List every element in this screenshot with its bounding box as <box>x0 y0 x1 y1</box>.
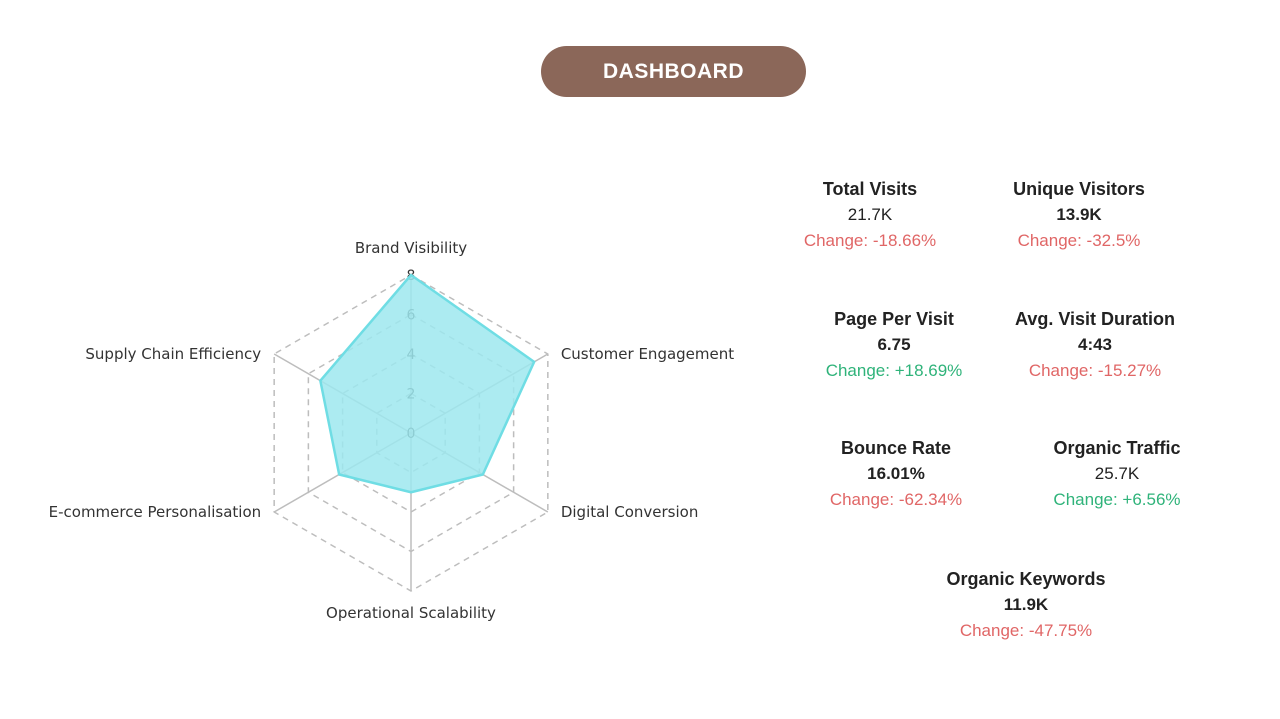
metric-value: 13.9K <box>1056 205 1102 224</box>
radar-axis-label: Operational Scalability <box>326 604 496 622</box>
metric-organic-keywords: Organic Keywords 11.9K Change: -47.75% <box>926 566 1126 644</box>
metric-value: 6.75 <box>877 335 911 354</box>
metric-change: Change: -47.75% <box>959 621 1093 640</box>
metric-change: Change: +18.69% <box>825 361 963 380</box>
metric-change: Change: -15.27% <box>1028 361 1162 380</box>
metric-bounce-rate: Bounce Rate 16.01% Change: -62.34% <box>796 435 996 513</box>
metric-value: 4:43 <box>1077 335 1113 354</box>
metric-avg-visit-duration: Avg. Visit Duration 4:43 Change: -15.27% <box>995 306 1195 384</box>
metric-change: Change: -62.34% <box>829 490 963 509</box>
metric-title: Page Per Visit <box>834 309 954 329</box>
metric-title: Unique Visitors <box>1013 179 1145 199</box>
metric-title: Total Visits <box>822 179 918 199</box>
metric-change: Change: +6.56% <box>1053 490 1181 509</box>
metric-organic-traffic: Organic Traffic 25.7K Change: +6.56% <box>1017 435 1217 513</box>
metric-value: 25.7K <box>1094 464 1140 483</box>
metric-page-per-visit: Page Per Visit 6.75 Change: +18.69% <box>794 306 994 384</box>
metric-title: Organic Keywords <box>946 569 1106 589</box>
radar-axis-label: E-commerce Personalisation <box>49 503 262 521</box>
radar-chart: 02468 Brand VisibilityCustomer Engagemen… <box>49 239 735 622</box>
metric-value: 11.9K <box>1003 595 1049 614</box>
radar-series <box>319 273 536 494</box>
radar-series-area <box>319 273 536 494</box>
metric-change: Change: -32.5% <box>1017 231 1141 250</box>
radar-axis-label: Brand Visibility <box>355 239 467 257</box>
metric-change: Change: -18.66% <box>803 231 937 250</box>
radar-axis-label: Digital Conversion <box>561 503 699 521</box>
radar-axis-label: Customer Engagement <box>561 345 734 363</box>
metric-unique-visitors: Unique Visitors 13.9K Change: -32.5% <box>979 176 1179 254</box>
metric-title: Avg. Visit Duration <box>1014 309 1176 329</box>
radar-axis-label: Supply Chain Efficiency <box>85 345 261 363</box>
metric-title: Bounce Rate <box>840 438 952 458</box>
metric-value: 16.01% <box>867 464 925 483</box>
metric-value: 21.7K <box>847 205 893 224</box>
metric-total-visits: Total Visits 21.7K Change: -18.66% <box>770 176 970 254</box>
metric-title: Organic Traffic <box>1053 438 1181 458</box>
